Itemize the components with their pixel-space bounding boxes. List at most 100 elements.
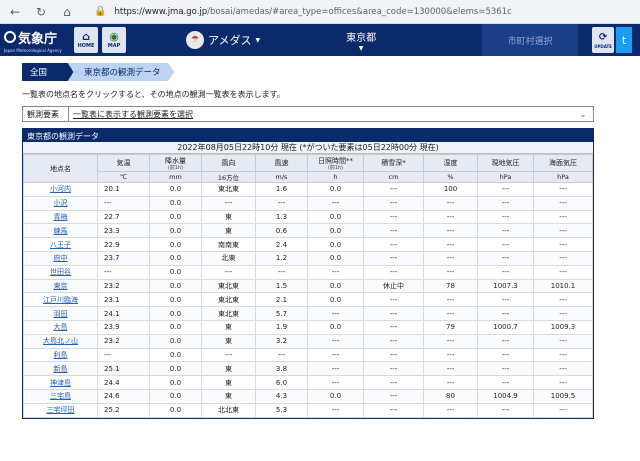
station-link[interactable]: 大島北ノ山 <box>43 337 78 345</box>
table-row: 羽田 24.1 0.0 東北東 5.7 --- --- --- --- --- <box>23 306 593 321</box>
value-cell: 東 <box>201 375 256 390</box>
column-header: 地点名 <box>23 154 98 183</box>
value-cell: 23.7 <box>97 250 150 266</box>
address-bar[interactable]: https://www.jma.go.jp/bosai/amedas/#area… <box>114 7 511 17</box>
value-cell: --- <box>307 264 364 280</box>
value-cell: --- <box>363 223 424 239</box>
value-cell: --- <box>533 264 593 280</box>
value-cell: 北東 <box>201 250 256 266</box>
station-link[interactable]: 小沢 <box>54 199 68 207</box>
value-cell: 0.0 <box>149 306 202 321</box>
column-header: 海面気圧 <box>533 154 593 172</box>
value-cell: 2.4 <box>255 237 308 252</box>
value-cell: --- <box>307 306 364 321</box>
map-button[interactable]: ◉ MAP <box>102 27 126 53</box>
column-header: 湿度 <box>423 154 478 172</box>
unit-cell: cm <box>363 171 424 183</box>
station-link[interactable]: 利島 <box>54 351 68 359</box>
station-cell: 三宅島 <box>23 388 98 404</box>
reload-icon[interactable]: ↻ <box>32 3 50 21</box>
value-cell: --- <box>307 333 364 349</box>
home-button-label: HOME <box>77 43 95 49</box>
station-link[interactable]: 羽田 <box>54 310 68 318</box>
element-selector-value[interactable]: 一覧表に表示する観測要素を選択 <box>69 107 573 121</box>
station-link[interactable]: 新島 <box>54 365 68 373</box>
unit-cell: 16方位 <box>201 171 256 183</box>
value-cell: --- <box>533 333 593 349</box>
station-link[interactable]: 青梅 <box>54 213 68 221</box>
column-header-label: 風向 <box>221 159 236 167</box>
value-cell: --- <box>307 375 364 390</box>
value-cell: --- <box>477 402 534 418</box>
unit-cell: h <box>307 171 364 183</box>
station-link[interactable]: 小河内 <box>50 185 71 193</box>
prefecture-select[interactable]: 東京都 ▼ <box>346 24 376 56</box>
value-cell: 1.3 <box>255 209 308 225</box>
value-cell: 1010.1 <box>533 278 593 294</box>
value-cell: --- <box>423 375 478 390</box>
value-cell: --- <box>255 195 308 211</box>
amedas-menu[interactable]: ☂ アメダス ▼ <box>186 24 260 56</box>
update-button[interactable]: ⟳ UPDATE <box>592 27 615 53</box>
value-cell: --- <box>533 375 593 390</box>
value-cell: 1.2 <box>255 250 308 266</box>
station-link[interactable]: 江戸川臨海 <box>43 296 78 304</box>
value-cell: 東北東 <box>201 306 256 321</box>
value-cell: --- <box>423 292 478 308</box>
station-cell: 青梅 <box>23 209 98 225</box>
column-header-label: 日照時間** <box>318 156 353 165</box>
home-icon[interactable]: ⌂ <box>58 3 76 21</box>
station-link[interactable]: 三宅島 <box>50 392 71 400</box>
municipality-select[interactable]: 市町村選択 <box>482 24 579 56</box>
value-cell: 0.0 <box>307 292 364 308</box>
twitter-button[interactable]: t <box>616 27 633 53</box>
station-link[interactable]: 神津島 <box>50 379 71 387</box>
value-cell: 24.1 <box>97 306 150 321</box>
table-row: 練馬 23.3 0.0 東 0.6 0.0 --- --- --- --- <box>23 223 593 239</box>
breadcrumb-current: 東京都の観測データ <box>68 63 175 81</box>
value-cell: 0.0 <box>149 361 202 377</box>
value-cell: 東 <box>201 209 256 225</box>
value-cell: --- <box>97 264 150 280</box>
value-cell: --- <box>533 292 593 308</box>
value-cell: 0.0 <box>307 223 364 239</box>
value-cell: 0.0 <box>149 209 202 225</box>
browser-toolbar: ← ↻ ⌂ 🔒 https://www.jma.go.jp/bosai/amed… <box>0 0 640 24</box>
value-cell: 0.0 <box>307 278 364 294</box>
back-icon[interactable]: ← <box>6 3 24 21</box>
lock-icon[interactable]: 🔒 <box>94 6 106 17</box>
value-cell: 2.1 <box>255 292 308 308</box>
logo-subtitle: Japan Meteorological Agency <box>4 47 62 53</box>
value-cell: --- <box>201 347 256 363</box>
element-selector[interactable]: 観測要素 一覧表に表示する観測要素を選択 ⌄ <box>22 106 594 122</box>
value-cell: 25.2 <box>97 402 150 418</box>
station-link[interactable]: 三宅坪田 <box>47 406 75 414</box>
station-cell: 神津島 <box>23 375 98 390</box>
breadcrumb-root[interactable]: 全国 <box>22 63 74 81</box>
station-link[interactable]: 東京 <box>54 282 68 290</box>
station-link[interactable]: 練馬 <box>54 227 68 235</box>
jma-logo[interactable]: 気象庁 Japan Meteorological Agency <box>0 24 72 56</box>
value-cell: 0.6 <box>255 223 308 239</box>
value-cell: --- <box>307 195 364 211</box>
table-row: 大島北ノ山 23.2 0.0 東 3.2 --- --- --- --- --- <box>23 333 593 349</box>
column-header: 現地気圧 <box>477 154 534 172</box>
refresh-icon: ⟳ <box>598 31 608 43</box>
value-cell: --- <box>363 195 424 211</box>
value-cell: 1009.5 <box>533 388 593 404</box>
amedas-label: アメダス <box>208 34 252 47</box>
home-button[interactable]: ⌂ HOME <box>74 27 98 53</box>
amedas-icon: ☂ <box>186 31 204 49</box>
chevron-down-icon[interactable]: ⌄ <box>573 107 593 121</box>
table-row: 府中 23.7 0.0 北東 1.2 0.0 --- --- --- --- <box>23 250 593 266</box>
station-cell: 府中 <box>23 250 98 266</box>
station-link[interactable]: 大島 <box>54 323 68 331</box>
site-header: 気象庁 Japan Meteorological Agency ⌂ HOME ◉… <box>0 24 640 56</box>
station-link[interactable]: 府中 <box>54 254 68 262</box>
municipality-label: 市町村選択 <box>507 36 553 47</box>
station-link[interactable]: 八王子 <box>50 241 71 249</box>
value-cell: 0.0 <box>149 237 202 252</box>
station-link[interactable]: 世田谷 <box>50 268 71 276</box>
value-cell: --- <box>363 237 424 252</box>
station-cell: 小沢 <box>23 195 98 211</box>
